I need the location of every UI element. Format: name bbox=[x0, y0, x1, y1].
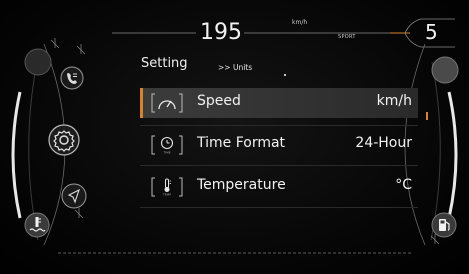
gear-indicator: 5 bbox=[425, 20, 438, 44]
cursor-dot bbox=[284, 74, 286, 76]
menu-item-value: 24-Hour bbox=[355, 135, 412, 151]
settings-gear-icon[interactable] bbox=[48, 124, 80, 156]
divider bbox=[140, 207, 418, 208]
menu-item-time-format[interactable]: TIME Time Format 24-Hour bbox=[140, 130, 418, 160]
drive-mode-label: SPORT bbox=[338, 34, 356, 40]
divider bbox=[140, 165, 418, 166]
page-title: Setting bbox=[141, 56, 188, 71]
menu-item-speed[interactable]: Speed km/h bbox=[140, 88, 418, 118]
menu-item-label: Speed bbox=[197, 93, 241, 109]
thermometer-icon-caption: TEMP bbox=[162, 193, 171, 197]
navigation-icon[interactable] bbox=[61, 183, 87, 209]
speed-unit-label: km/h bbox=[292, 19, 308, 26]
menu-item-value: °C bbox=[395, 177, 412, 193]
menu-item-value: km/h bbox=[376, 93, 412, 109]
clock-icon: TIME bbox=[151, 135, 183, 155]
clock-icon-caption: TIME bbox=[162, 151, 170, 155]
menu-item-label: Time Format bbox=[197, 135, 286, 151]
coolant-temperature-icon bbox=[24, 212, 50, 238]
thermometer-icon: TEMP bbox=[151, 177, 183, 197]
selection-accent bbox=[140, 88, 143, 118]
menu-item-temperature[interactable]: TEMP Temperature °C bbox=[140, 172, 418, 202]
fuel-pump-icon bbox=[431, 212, 457, 238]
breadcrumb: >> Units bbox=[218, 63, 253, 72]
menu-item-label: Temperature bbox=[197, 177, 286, 193]
divider bbox=[140, 125, 418, 126]
phone-icon[interactable] bbox=[60, 66, 84, 90]
speedometer-icon bbox=[151, 93, 183, 113]
cluster-screen: 195 km/h SPORT 5 Setting >> Units Speed … bbox=[0, 0, 469, 274]
vehicle-speed: 195 bbox=[200, 20, 242, 45]
